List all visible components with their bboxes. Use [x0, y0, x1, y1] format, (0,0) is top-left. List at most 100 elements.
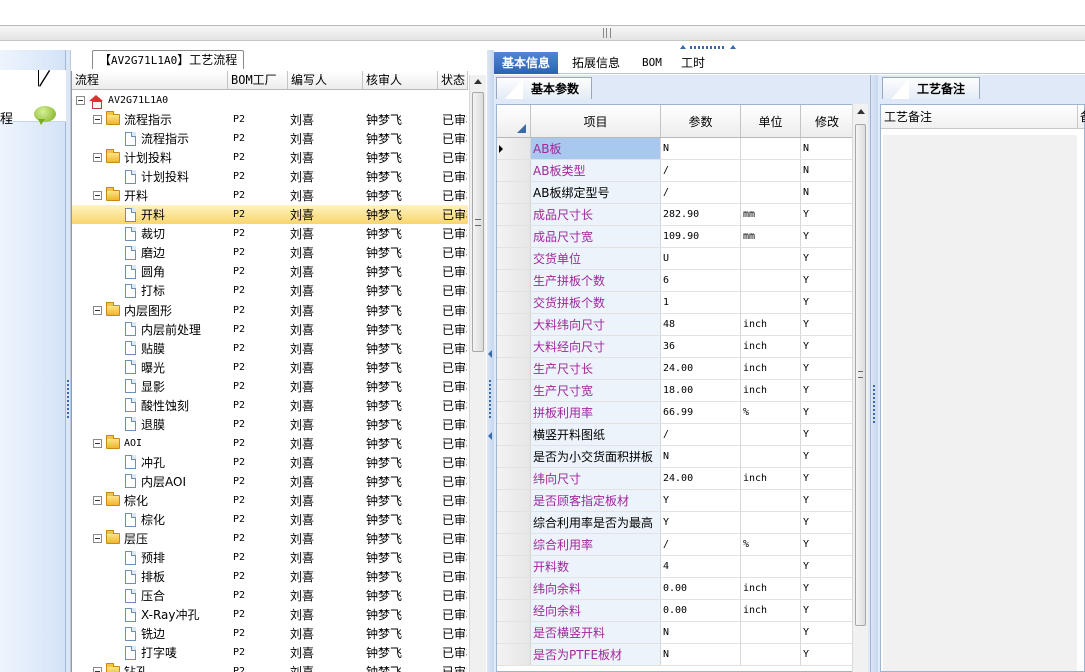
- param-unit-cell[interactable]: [741, 424, 801, 445]
- param-row[interactable]: 综合利用率是否为最高 Y Y: [497, 512, 854, 534]
- tree-row[interactable]: 冲孔 P2 刘喜 钟梦飞 已审核: [72, 453, 468, 472]
- row-indicator[interactable]: [497, 380, 531, 401]
- collapse-left-icon[interactable]: [488, 350, 492, 358]
- param-row[interactable]: 纬向尺寸 24.00 inch Y: [497, 468, 854, 490]
- collapse-icon[interactable]: [93, 534, 102, 544]
- collapse-left-icon[interactable]: [488, 432, 492, 440]
- param-value-cell[interactable]: /: [661, 160, 741, 181]
- collapse-icon[interactable]: [93, 191, 102, 201]
- param-modify-cell[interactable]: Y: [801, 248, 854, 269]
- col-header-modify[interactable]: 修改: [801, 105, 854, 137]
- param-modify-cell[interactable]: Y: [801, 490, 854, 511]
- param-modify-cell[interactable]: N: [801, 160, 854, 181]
- tree-row[interactable]: 内层前处理 P2 刘喜 钟梦飞 已审核: [72, 320, 468, 339]
- collapse-icon[interactable]: [93, 667, 102, 672]
- tree-row[interactable]: 压合 P2 刘喜 钟梦飞 已审核: [72, 586, 468, 605]
- param-row[interactable]: 是否为小交货面积拼板 N Y: [497, 446, 854, 468]
- param-value-cell[interactable]: 6: [661, 270, 741, 291]
- param-modify-cell[interactable]: Y: [801, 446, 854, 467]
- param-value-cell[interactable]: 24.00: [661, 358, 741, 379]
- param-modify-cell[interactable]: Y: [801, 468, 854, 489]
- col-header-status[interactable]: 状态: [438, 71, 468, 89]
- nav-item[interactable]: 程: [0, 70, 66, 127]
- param-modify-cell[interactable]: Y: [801, 622, 854, 643]
- param-value-cell[interactable]: 1: [661, 292, 741, 313]
- tree-scrollbar[interactable]: [469, 75, 486, 672]
- collapse-icon[interactable]: [93, 438, 102, 448]
- param-value-cell[interactable]: 66.99: [661, 402, 741, 423]
- param-value-cell[interactable]: /: [661, 182, 741, 203]
- param-unit-cell[interactable]: inch: [741, 468, 801, 489]
- tree-node[interactable]: 计划投料: [125, 167, 189, 186]
- param-unit-cell[interactable]: [741, 512, 801, 533]
- param-row[interactable]: 交货单位 U Y: [497, 248, 854, 270]
- param-modify-cell[interactable]: Y: [801, 424, 854, 445]
- tree-node[interactable]: 酸性蚀刻: [125, 396, 189, 415]
- splitter-dots-icon[interactable]: [680, 45, 736, 49]
- tree-row[interactable]: 流程指示 P2 刘喜 钟梦飞 已审核: [72, 110, 468, 129]
- param-value-cell[interactable]: Y: [661, 490, 741, 511]
- param-row[interactable]: 大料纬向尺寸 48 inch Y: [497, 314, 854, 336]
- param-value-cell[interactable]: 0.00: [661, 600, 741, 621]
- param-unit-cell[interactable]: inch: [741, 314, 801, 335]
- tree-node[interactable]: AOI: [93, 434, 142, 453]
- param-unit-cell[interactable]: inch: [741, 600, 801, 621]
- param-modify-cell[interactable]: Y: [801, 380, 854, 401]
- params-scrollbar[interactable]: [852, 104, 868, 672]
- param-row[interactable]: 经向余料 0.00 inch Y: [497, 600, 854, 622]
- scroll-thumb[interactable]: [472, 92, 484, 352]
- tree-node[interactable]: X-Ray冲孔: [125, 605, 199, 624]
- tree-row[interactable]: 计划投料 P2 刘喜 钟梦飞 已审核: [72, 148, 468, 167]
- tree-node[interactable]: 内层前处理: [125, 320, 201, 339]
- param-value-cell[interactable]: 282.90: [661, 204, 741, 225]
- row-indicator[interactable]: [497, 534, 531, 555]
- param-modify-cell[interactable]: Y: [801, 204, 854, 225]
- param-row[interactable]: 纬向余料 0.00 inch Y: [497, 578, 854, 600]
- tree-node[interactable]: 流程指示: [93, 110, 172, 129]
- param-unit-cell[interactable]: inch: [741, 358, 801, 379]
- tree-row[interactable]: 打标 P2 刘喜 钟梦飞 已审核: [72, 281, 468, 300]
- collapse-icon[interactable]: [93, 153, 102, 163]
- param-unit-cell[interactable]: inch: [741, 380, 801, 401]
- param-unit-cell[interactable]: inch: [741, 578, 801, 599]
- param-row[interactable]: 是否为PTFE板材 N Y: [497, 644, 854, 666]
- param-row[interactable]: 生产拼板个数 6 Y: [497, 270, 854, 292]
- tab-extended-info[interactable]: 拓展信息: [564, 52, 628, 74]
- tree-row[interactable]: 预排 P2 刘喜 钟梦飞 已审核: [72, 548, 468, 567]
- param-unit-cell[interactable]: [741, 292, 801, 313]
- row-indicator[interactable]: [497, 248, 531, 269]
- tree-row[interactable]: 内层AOI P2 刘喜 钟梦飞 已审核: [72, 472, 468, 491]
- row-indicator[interactable]: [497, 600, 531, 621]
- param-value-cell[interactable]: N: [661, 622, 741, 643]
- param-row[interactable]: 生产尺寸宽 18.00 inch Y: [497, 380, 854, 402]
- param-modify-cell[interactable]: Y: [801, 336, 854, 357]
- process-flow-tab[interactable]: 【AV2G71L1A0】工艺流程: [92, 50, 245, 69]
- row-indicator[interactable]: [497, 138, 531, 159]
- param-value-cell[interactable]: 24.00: [661, 468, 741, 489]
- tree-row[interactable]: 棕化 P2 刘喜 钟梦飞 已审核: [72, 510, 468, 529]
- param-modify-cell[interactable]: Y: [801, 534, 854, 555]
- tree-node[interactable]: 内层AOI: [125, 472, 186, 491]
- scroll-thumb[interactable]: [855, 124, 866, 626]
- param-value-cell[interactable]: 18.00: [661, 380, 741, 401]
- tree-node[interactable]: 计划投料: [93, 148, 172, 167]
- row-indicator[interactable]: [497, 578, 531, 599]
- collapse-icon[interactable]: [76, 96, 85, 105]
- tab-work-hours[interactable]: 工时: [673, 52, 713, 74]
- row-indicator[interactable]: [497, 644, 531, 665]
- row-indicator[interactable]: [497, 314, 531, 335]
- notes-body[interactable]: [883, 135, 1077, 671]
- param-unit-cell[interactable]: [741, 490, 801, 511]
- param-modify-cell[interactable]: N: [801, 138, 854, 159]
- param-modify-cell[interactable]: N: [801, 182, 854, 203]
- param-modify-cell[interactable]: Y: [801, 292, 854, 313]
- row-indicator[interactable]: [497, 182, 531, 203]
- col-header-bom[interactable]: BOM工厂: [228, 71, 288, 89]
- horizontal-splitter[interactable]: [0, 25, 1085, 41]
- param-value-cell[interactable]: Y: [661, 512, 741, 533]
- tree-node[interactable]: 裁切: [125, 224, 165, 243]
- col-header-writer[interactable]: 编写人: [288, 71, 363, 89]
- splitter-grip-icon[interactable]: [603, 28, 611, 38]
- tree-node[interactable]: AV2G71L1A0: [76, 91, 168, 110]
- row-indicator[interactable]: [497, 226, 531, 247]
